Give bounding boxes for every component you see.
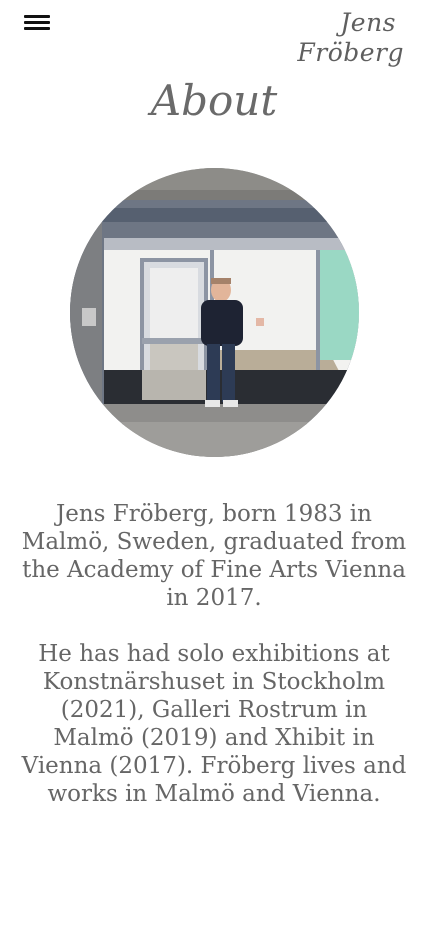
- menu-bar-bottom: [24, 27, 50, 30]
- artist-bio: Jens Fröberg, born 1983 in Malmö, Sweden…: [18, 500, 410, 836]
- logo-first-name: Jens: [340, 8, 396, 37]
- hamburger-menu-icon[interactable]: [24, 14, 50, 32]
- site-logo[interactable]: Jens Fröberg: [297, 8, 404, 68]
- menu-bar-middle: [24, 21, 50, 24]
- bio-paragraph: He has had solo exhibitions at Konstnärs…: [21, 641, 407, 807]
- bio-paragraph: Jens Fröberg, born 1983 in Malmö, Sweden…: [21, 501, 407, 611]
- menu-bar-top: [24, 15, 50, 18]
- logo-last-name: Fröberg: [297, 38, 404, 67]
- artist-portrait-photo: [70, 168, 359, 457]
- page-title: About: [150, 76, 278, 125]
